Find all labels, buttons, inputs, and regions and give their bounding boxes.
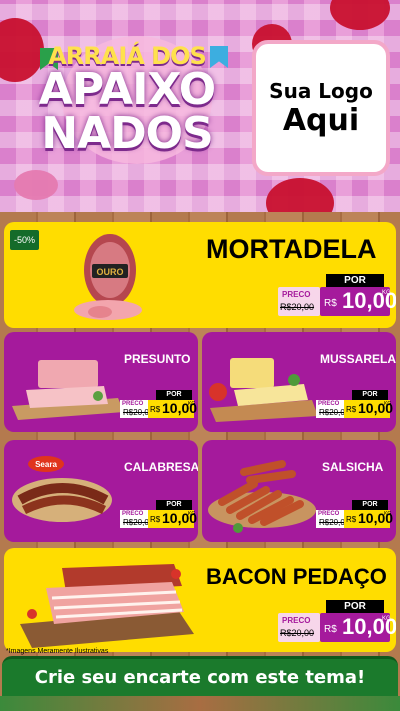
heart-balloon <box>330 0 390 30</box>
product-name: SALSICHA <box>322 460 384 474</box>
heart-balloon <box>266 178 334 212</box>
bacon-image <box>20 564 194 648</box>
logo-placeholder[interactable]: Sua Logo Aqui <box>252 40 390 176</box>
unit-label: KG <box>384 511 392 517</box>
product-name: PRESUNTO <box>124 352 191 366</box>
price-tag: POR PRECO R$20,00 R$ 10,00 KG <box>316 390 394 420</box>
por-label: POR <box>352 390 388 400</box>
price-tag: POR PRECO R$20,00 R$ 10,00 KG <box>316 500 394 530</box>
price-tag: POR PRECO R$20,00 R$ 10,00 KG <box>120 390 198 420</box>
brand-label: Seara <box>35 460 57 469</box>
unit-label: KG <box>382 290 391 296</box>
preco-label: PRECO <box>122 401 144 407</box>
logo-text-line2: Aqui <box>282 102 360 138</box>
unit-label: KG <box>384 401 392 407</box>
mussarela-image <box>209 358 318 422</box>
presunto-image <box>12 360 124 420</box>
preco-label: PRECO <box>282 290 311 299</box>
preco-label: PRECO <box>318 511 340 517</box>
brand-label: OURO <box>97 267 124 277</box>
por-label: POR <box>156 390 192 400</box>
product-name: BACON PEDAÇO <box>206 564 387 589</box>
preco-label: PRECO <box>318 401 340 407</box>
header-banner: ARRAIÁ DOS APAIXO NADOS Sua Logo Aqui <box>0 0 400 212</box>
title-line-3: NADOS <box>41 108 214 159</box>
product-name: MUSSARELA <box>320 352 396 366</box>
por-label: POR <box>326 600 384 613</box>
product-name: MORTADELA <box>206 234 377 264</box>
heart-balloon <box>14 170 58 200</box>
price-tag: POR PRECO R$20,00 R$ 10,00 KG <box>278 600 396 648</box>
old-price: R$20,00 <box>280 302 315 312</box>
por-label: POR <box>352 500 388 510</box>
cta-label: Crie seu encarte com este tema! <box>34 667 366 688</box>
calabresa-image: Seara <box>12 456 112 522</box>
unit-label: KG <box>382 616 391 622</box>
product-card-mortadela[interactable]: -50% OURO MORTADELA POR PRECO R$20,00 R$… <box>4 222 396 328</box>
disclaimer-text: *Imagens Meramente Ilustrativas <box>6 648 109 655</box>
discount-badge: -50% <box>10 230 40 250</box>
currency-label: R$ <box>150 405 161 414</box>
salsicha-image <box>208 460 316 533</box>
preco-label: PRECO <box>122 511 144 517</box>
mortadela-image: OURO <box>74 234 142 320</box>
old-price: R$20,00 <box>280 628 315 638</box>
por-label: POR <box>156 500 192 510</box>
event-title: ARRAIÁ DOS APAIXO NADOS <box>14 44 240 156</box>
product-card-presunto[interactable]: PRESUNTO POR PRECO R$20,00 R$ 10,00 KG <box>4 332 198 432</box>
cta-button[interactable]: Crie seu encarte com este tema! <box>2 656 398 696</box>
product-name: CALABRESA <box>124 460 198 474</box>
price-tag: POR PRECO R$20,00 R$ 10,00 KG <box>120 500 198 530</box>
currency-label: R$ <box>346 515 357 524</box>
por-label: POR <box>326 274 384 287</box>
product-card-salsicha[interactable]: SALSICHA POR PRECO R$20,00 R$ 10,00 KG <box>202 440 396 542</box>
unit-label: KG <box>188 511 196 517</box>
product-card-bacon[interactable]: BACON PEDAÇO POR PRECO R$20,00 R$ 10,00 … <box>4 548 396 652</box>
product-card-mussarela[interactable]: MUSSARELA POR PRECO R$20,00 R$ 10,00 KG <box>202 332 396 432</box>
unit-label: KG <box>188 401 196 407</box>
preco-label: PRECO <box>282 616 311 625</box>
currency-label: R$ <box>324 624 337 635</box>
price-tag: POR PRECO R$20,00 R$ 10,00 KG <box>278 274 396 322</box>
product-card-calabresa[interactable]: Seara CALABRESA POR PRECO R$20,00 R$ 10,… <box>4 440 198 542</box>
currency-label: R$ <box>346 405 357 414</box>
currency-label: R$ <box>150 515 161 524</box>
title-line-2: APAIXO <box>38 64 216 115</box>
decorative-bottom-strip <box>0 696 400 711</box>
currency-label: R$ <box>324 298 337 309</box>
logo-text-line1: Sua Logo <box>269 78 373 103</box>
